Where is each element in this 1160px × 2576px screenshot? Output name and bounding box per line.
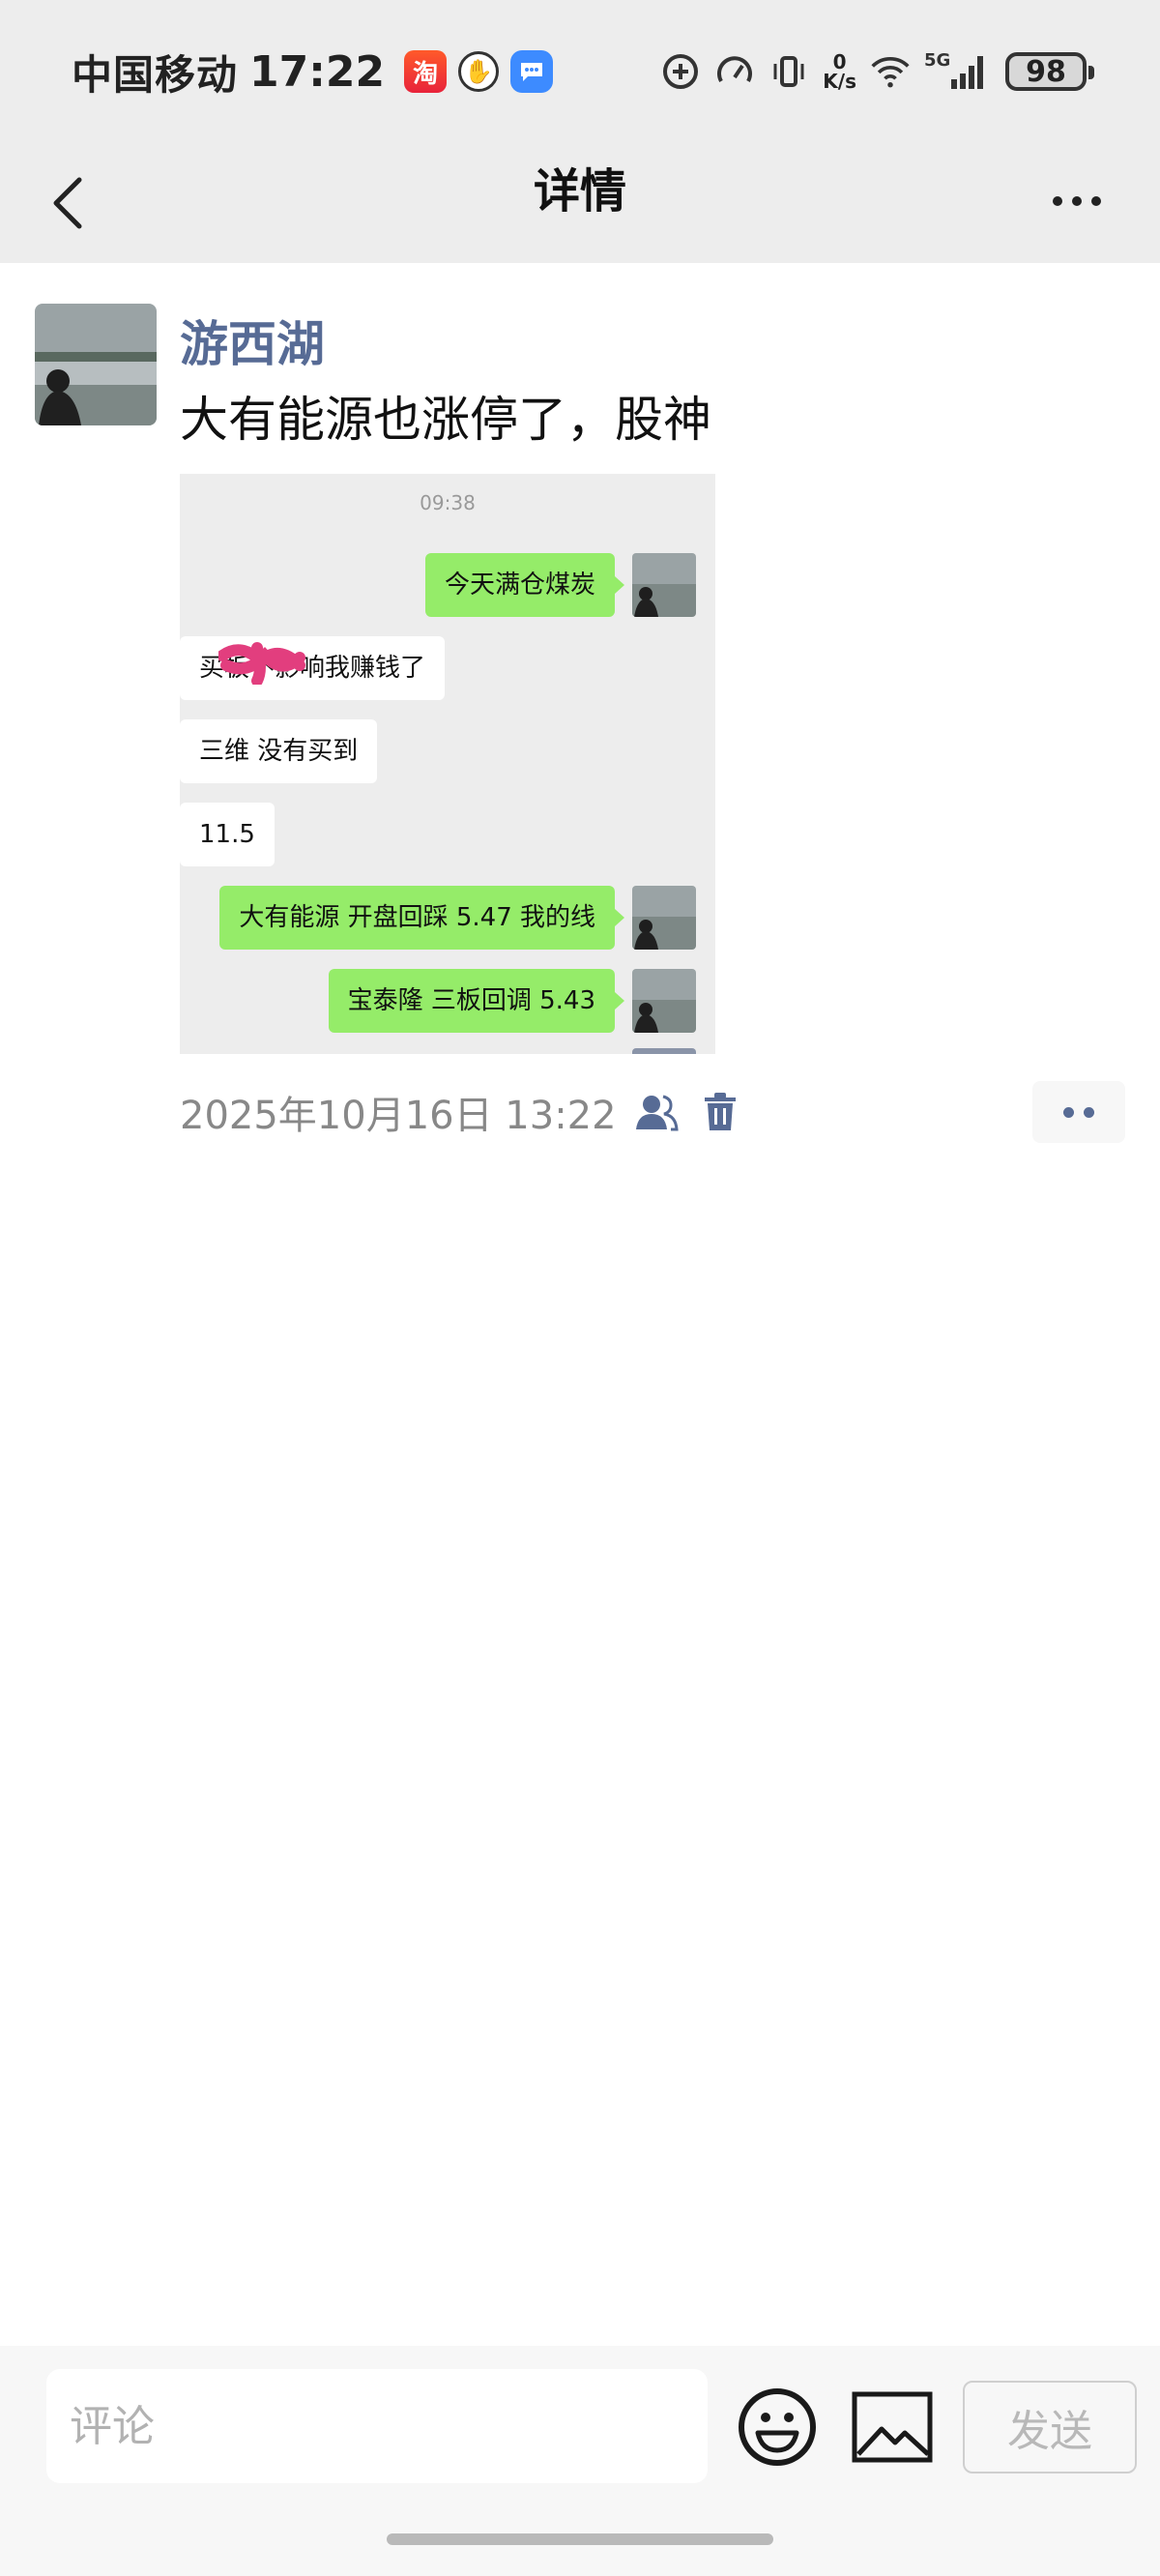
redaction-scribble (218, 642, 305, 685)
carrier-label: 中国移动 (72, 50, 239, 99)
page-title: 详情 (533, 164, 626, 219)
emoji-icon (739, 2388, 816, 2466)
post-image[interactable]: 09:38 今天满仓煤炭 买板不影响我赚钱了 三维 没有买到 11.5 大有能源… (180, 474, 715, 1054)
net-speed: 0 K/s (823, 50, 856, 93)
chat-avatar (632, 886, 696, 950)
chat-bubble: 大有能源 开盘回踩 5.47 我的线 (219, 886, 624, 950)
data-saver-icon (660, 51, 701, 92)
post-date: 2025年10月16日 13:22 (180, 1094, 617, 1138)
message-app-icon (510, 50, 554, 93)
chat-bubble: 宝泰隆 三板回调 5.43 (328, 969, 625, 1033)
cell-signal-icon: 5G (924, 50, 992, 92)
back-button[interactable] (29, 162, 106, 244)
chat-avatar (632, 553, 696, 617)
two-dots-icon (1063, 1106, 1074, 1118)
author-avatar[interactable] (35, 304, 157, 425)
status-left: 中国移动 17:22 淘 ✋ (72, 43, 554, 101)
chat-timestamp: 09:38 (420, 491, 476, 514)
like-comment-button[interactable] (1032, 1081, 1125, 1143)
more-dots-icon (1053, 196, 1062, 206)
comment-input[interactable] (46, 2369, 708, 2483)
nav-bar: 详情 (0, 143, 1160, 263)
send-button[interactable]: 发送 (963, 2381, 1137, 2474)
clock: 17:22 (249, 46, 386, 97)
image-icon (852, 2391, 933, 2463)
emoji-button[interactable] (737, 2386, 818, 2468)
battery-indicator: 98 (1005, 52, 1094, 91)
home-indicator[interactable] (387, 2533, 773, 2545)
chevron-left-icon (53, 177, 82, 229)
status-right: 0 K/s 5G 98 (660, 43, 1094, 101)
chat-avatar (632, 969, 696, 1033)
speedometer-icon (714, 51, 755, 92)
image-button[interactable] (851, 2390, 934, 2464)
delete-icon[interactable] (696, 1088, 744, 1136)
post-meta: 2025年10月16日 13:22 (180, 1081, 744, 1143)
wifi-icon (870, 51, 911, 92)
visibility-icon[interactable] (632, 1088, 681, 1136)
chat-avatar-partial (632, 1048, 696, 1054)
taobao-icon: 淘 (404, 50, 448, 93)
chat-bubble: 11.5 (180, 803, 275, 866)
hand-icon: ✋ (458, 51, 500, 92)
status-bar: 中国移动 17:22 淘 ✋ 0 K/s 5G 98 (0, 0, 1160, 143)
vibrate-icon (768, 51, 809, 92)
network-type: 5G (924, 50, 950, 71)
more-button[interactable] (1038, 162, 1116, 240)
author-name[interactable]: 游西湖 (180, 306, 325, 375)
post-text: 大有能源也涨停了，股神 (180, 392, 711, 448)
chat-bubble: 今天满仓煤炭 (424, 553, 625, 617)
chat-bubble: 三维 没有买到 (180, 719, 378, 783)
